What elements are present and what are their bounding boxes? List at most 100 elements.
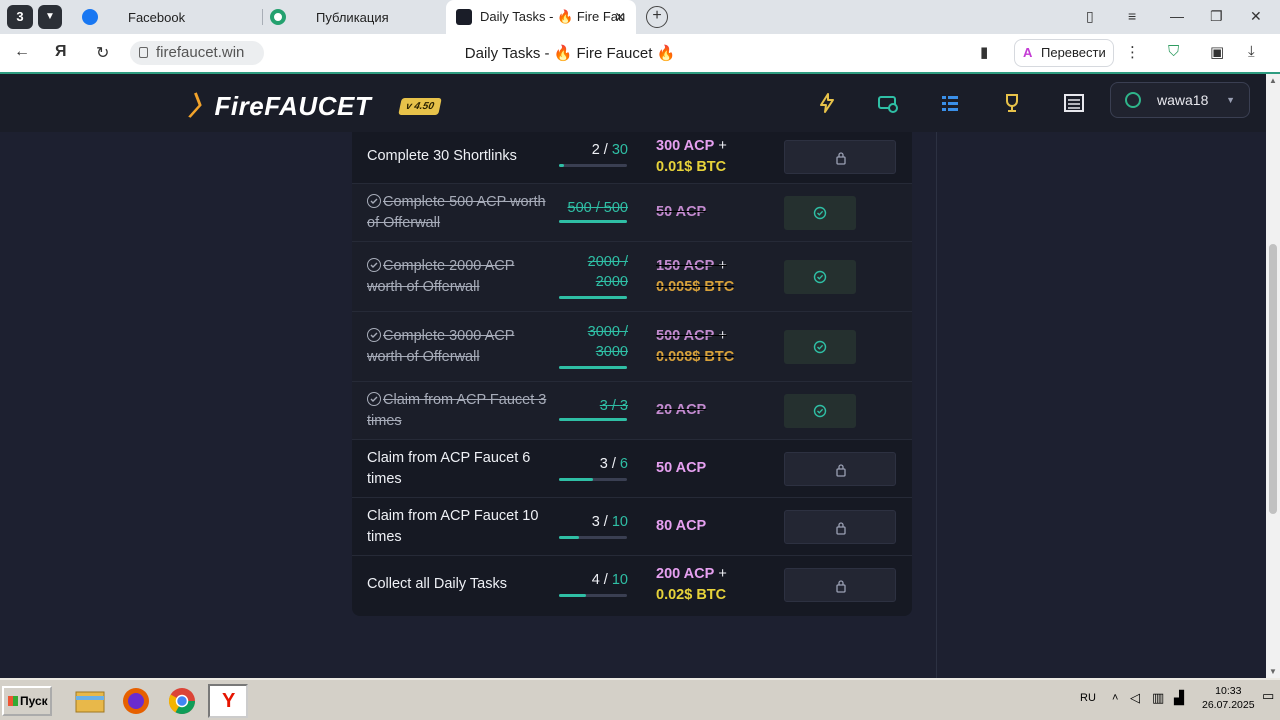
page-title: Daily Tasks - 🔥 Fire Faucet 🔥 — [464, 45, 676, 62]
lock-icon — [139, 47, 148, 58]
task-name: Collect all Daily Tasks — [367, 576, 507, 592]
user-menu-button[interactable]: wawa18 ▼ — [1110, 82, 1250, 118]
check-circle-icon — [813, 206, 827, 220]
task-row: Complete 3000 ACP worth of Offerwall 300… — [352, 312, 912, 382]
daily-tasks-panel: Complete 30 Shortlinks 2 / 30 300 ACP +0… — [328, 132, 936, 678]
new-tab-button[interactable]: + — [646, 6, 668, 28]
tab-list-chevron-icon[interactable]: ▼ — [38, 5, 62, 29]
scrollbar-thumb[interactable] — [1269, 244, 1277, 514]
show-desktop-icon[interactable]: ▭ — [1262, 688, 1274, 704]
claimed-check-button[interactable] — [784, 330, 856, 364]
reload-icon[interactable]: ↻ — [96, 43, 109, 63]
main-content: Complete 30 Shortlinks 2 / 30 300 ACP +0… — [0, 132, 1266, 678]
task-name: Claim from ACP Faucet 10 times — [367, 508, 539, 545]
cash-icon[interactable] — [877, 92, 899, 114]
site-header: 〉FireFAUCET v 4.50 wawa18 ▼ — [0, 74, 1266, 132]
claim-button-locked[interactable] — [784, 568, 896, 602]
site-logo[interactable]: 〉FireFAUCET — [188, 86, 371, 123]
yandex-browser-taskbar-icon[interactable]: Y — [208, 684, 248, 718]
column-divider — [936, 132, 937, 678]
file-explorer-icon[interactable] — [70, 684, 110, 718]
task-row: Claim from ACP Faucet 6 times 3 / 6 50 A… — [352, 440, 912, 498]
news-icon[interactable] — [1063, 92, 1085, 114]
url-text: firefaucet.win — [156, 44, 245, 61]
page-scrollbar[interactable]: ▲ ▼ — [1266, 74, 1280, 678]
task-row: Complete 2000 ACP worth of Offerwall 200… — [352, 242, 912, 312]
check-circle-icon — [367, 328, 381, 342]
lock-icon — [836, 580, 846, 593]
url-field[interactable]: firefaucet.win — [130, 41, 264, 65]
scroll-down-icon[interactable]: ▼ — [1269, 667, 1277, 676]
clock[interactable]: 10:33 26.07.2025 — [1202, 684, 1255, 712]
volume-icon[interactable]: ◁ — [1130, 690, 1140, 706]
facebook-icon — [82, 9, 98, 25]
task-reward: 20 ACP — [656, 402, 707, 418]
claimed-check-button[interactable] — [784, 196, 856, 230]
tab-label: Публикация — [316, 9, 389, 25]
tab-daily-tasks[interactable]: Daily Tasks - 🔥 Fire Fau ✕ — [446, 0, 636, 34]
claimed-check-button[interactable] — [784, 394, 856, 428]
task-reward: 200 ACP +0.02$ BTC — [656, 566, 727, 603]
task-progress: 2 / 30 — [591, 142, 628, 158]
lock-icon — [836, 152, 846, 165]
os-taskbar: Пуск Y RU ˄ ◁ ▥ ▟ 10:33 26.07.2025 ▭ — [0, 678, 1280, 720]
check-circle-icon — [813, 270, 827, 284]
tab-separator — [262, 9, 263, 25]
task-progress: 3000 /3000 — [587, 324, 628, 360]
firefox-icon[interactable] — [116, 684, 156, 718]
scroll-up-icon[interactable]: ▲ — [1269, 76, 1277, 85]
network-icon[interactable]: ▥ — [1152, 690, 1164, 706]
close-window-icon[interactable]: ✕ — [1250, 8, 1262, 25]
back-icon[interactable]: ← — [14, 43, 30, 61]
lightning-icon[interactable] — [816, 92, 838, 114]
language-indicator[interactable]: RU — [1080, 692, 1096, 704]
minimize-icon[interactable]: — — [1170, 8, 1184, 24]
claim-button-locked[interactable] — [784, 140, 896, 174]
address-bar: ← Я ↻ firefaucet.win Daily Tasks - 🔥 Fir… — [0, 34, 1280, 72]
task-name: Complete 2000 ACP worth of Offerwall — [367, 258, 515, 295]
start-button[interactable]: Пуск — [2, 686, 52, 716]
check-mark — [370, 262, 378, 268]
tab-counter[interactable]: 3 — [7, 5, 33, 29]
task-progress: 4 / 10 — [591, 572, 628, 588]
tab-facebook[interactable]: Facebook — [80, 0, 258, 34]
tab-publikatsiya[interactable]: Публикация — [268, 0, 444, 34]
chrome-icon[interactable] — [162, 684, 202, 718]
restore-icon[interactable]: ❐ — [1210, 8, 1223, 25]
task-row: Collect all Daily Tasks 4 / 10 200 ACP +… — [352, 556, 912, 616]
check-circle-icon — [813, 404, 827, 418]
extensions-icon[interactable]: ▣ — [1210, 43, 1224, 61]
chevron-down-icon: ▼ — [1226, 95, 1235, 105]
task-row: Complete 500 ACP worth of Offerwall 500 … — [352, 184, 912, 242]
more-icon[interactable]: ⋮ — [1125, 43, 1140, 61]
claim-button-locked[interactable] — [784, 510, 896, 544]
browser-tab-strip: 3 ▼ Facebook Публикация Daily Tasks - 🔥 … — [0, 0, 1280, 34]
task-row: Claim from ACP Faucet 3 times 3 / 3 20 A… — [352, 382, 912, 440]
menu-icon[interactable]: ≡ — [1128, 8, 1136, 24]
collections-icon[interactable]: ▯ — [1086, 8, 1094, 25]
signal-icon[interactable]: ▟ — [1174, 690, 1184, 706]
tasks-list-icon[interactable] — [939, 92, 961, 114]
task-reward: 300 ACP +0.01$ BTC — [656, 138, 727, 175]
task-name: Claim from ACP Faucet 6 times — [367, 450, 531, 487]
trophy-icon[interactable] — [1001, 92, 1023, 114]
translate-button[interactable]: A Перевести — [1014, 39, 1114, 67]
task-progress: 500 / 500 — [567, 200, 629, 216]
task-row: Complete 30 Shortlinks 2 / 30 300 ACP +0… — [352, 132, 912, 184]
tray-expand-icon[interactable]: ˄ — [1112, 692, 1118, 704]
claimed-check-button[interactable] — [784, 260, 856, 294]
start-label: Пуск — [20, 694, 48, 708]
progress-bar — [559, 418, 627, 421]
yandex-icon[interactable]: Я — [55, 43, 67, 61]
claim-button-locked[interactable] — [784, 452, 896, 486]
translate-label: Перевести — [1041, 45, 1106, 60]
lock-icon — [836, 464, 846, 477]
download-icon[interactable]: ⤓ — [1248, 43, 1255, 60]
bookmark-icon[interactable]: ▮ — [980, 43, 988, 61]
progress-bar — [559, 478, 627, 481]
tab-label: Daily Tasks - 🔥 Fire Fau — [480, 9, 626, 24]
progress-bar — [559, 594, 627, 597]
close-tab-icon[interactable]: ✕ — [614, 9, 626, 26]
shield-icon[interactable]: ⛉ — [1168, 43, 1179, 60]
task-reward: 50 ACP — [656, 204, 707, 220]
